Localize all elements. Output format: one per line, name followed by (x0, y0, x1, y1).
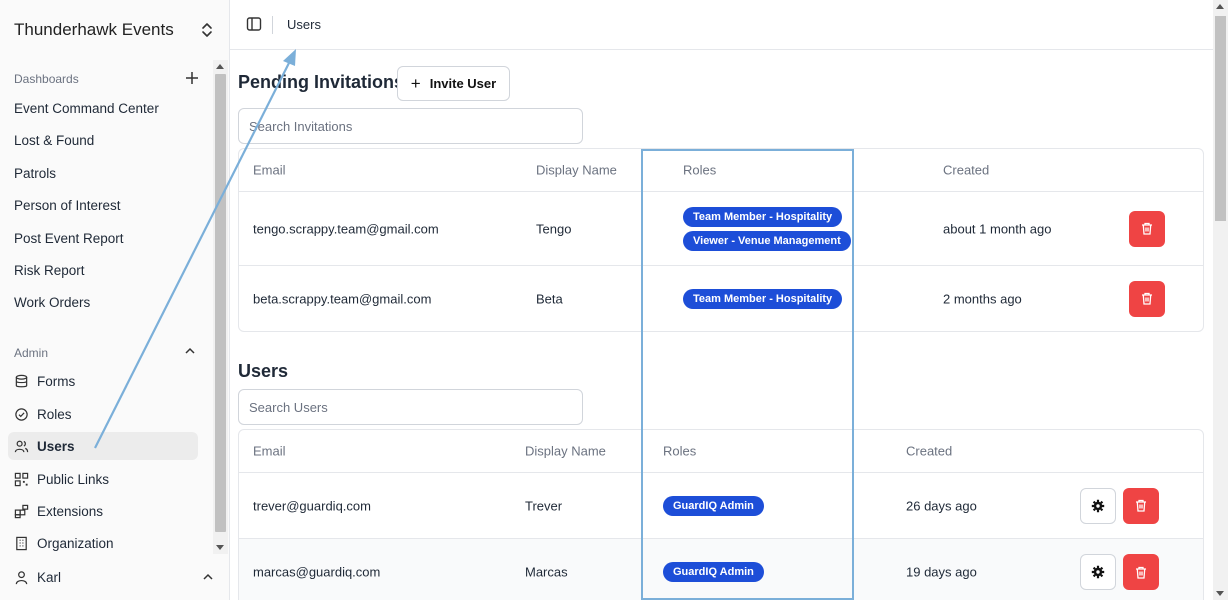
roles-column-highlight (641, 149, 854, 600)
sidebar-item-label: Person of Interest (14, 197, 121, 213)
check-circle-icon (15, 407, 28, 421)
scroll-thumb[interactable] (215, 74, 226, 532)
sidebar-item-label: Lost & Found (14, 132, 95, 148)
cell-display-name: Trever (525, 498, 563, 513)
qr-code-icon (14, 472, 29, 486)
cell-display-name: Tengo (536, 221, 572, 236)
column-header-email: Email (253, 162, 286, 178)
cell-created: 26 days ago (906, 498, 977, 513)
plus-icon[interactable] (184, 70, 200, 86)
scroll-up-arrow[interactable] (216, 64, 224, 69)
delete-invitation-button[interactable] (1129, 280, 1165, 317)
user-menu[interactable]: Karl (0, 562, 228, 592)
org-switcher[interactable]: Thunderhawk Events (0, 0, 228, 60)
cell-display-name: Beta (536, 291, 563, 306)
user-settings-button[interactable] (1080, 487, 1116, 524)
cell-email: marcas@guardiq.com (253, 564, 381, 580)
sidebar-item-label: Extensions (37, 503, 104, 519)
database-icon (15, 374, 28, 387)
users-title: Users (238, 361, 289, 381)
scroll-thumb[interactable] (1215, 16, 1226, 221)
sidebar-item-extensions[interactable]: Extensions (8, 497, 198, 525)
invitations-title: Pending Invitations (238, 72, 405, 92)
sidebar-item-risk-report[interactable]: Risk Report (14, 256, 204, 284)
sidebar-item-label: Work Orders (14, 294, 91, 310)
delete-user-button[interactable] (1123, 554, 1159, 590)
sidebar-nav: Dashboards Event Command Center Lost & F… (0, 60, 228, 554)
cell-created: about 1 month ago (943, 221, 1052, 236)
delete-user-button[interactable] (1123, 487, 1159, 524)
invite-user-label: Invite User (429, 76, 497, 91)
sidebar-item-post-event-report[interactable]: Post Event Report (14, 224, 204, 252)
sidebar-item-label: Organization (37, 535, 114, 551)
main-scrollbar[interactable] (1213, 0, 1228, 600)
user-name: Karl (37, 569, 62, 585)
breadcrumb: Users (287, 17, 321, 32)
sidebar-item-label: Risk Report (14, 262, 85, 278)
sidebar-item-lost-found[interactable]: Lost & Found (14, 126, 204, 154)
scroll-down-arrow[interactable] (1216, 591, 1224, 596)
cell-display-name: Marcas (525, 564, 568, 580)
sidebar-item-label: Forms (37, 373, 76, 389)
trash-icon (1142, 292, 1152, 305)
trash-icon (1136, 566, 1146, 579)
topbar-divider (272, 16, 273, 34)
users-icon (14, 440, 29, 452)
cell-email: beta.scrappy.team@gmail.com (253, 291, 432, 306)
sidebar-item-label: Users (37, 438, 75, 454)
cell-email: tengo.scrappy.team@gmail.com (253, 221, 439, 236)
user-settings-button[interactable] (1080, 554, 1116, 590)
sidebar-item-label: Event Command Center (14, 100, 159, 116)
sidebar-item-work-orders[interactable]: Work Orders (14, 288, 204, 316)
column-header-display-name: Display Name (536, 162, 617, 178)
trash-icon (1142, 222, 1152, 235)
sidebar-scrollbar[interactable] (213, 60, 228, 554)
column-header-display-name: Display Name (525, 443, 606, 459)
scroll-up-arrow[interactable] (1216, 4, 1224, 9)
search-invitations-input[interactable] (238, 108, 583, 144)
group-label-dashboards: Dashboards (14, 72, 79, 86)
trash-icon (1136, 499, 1146, 512)
sidebar-item-label: Patrols (14, 165, 57, 181)
blocks-icon (14, 504, 29, 518)
column-header-created: Created (906, 443, 953, 459)
sidebar-item-roles[interactable]: Roles (8, 400, 198, 428)
org-name: Thunderhawk Events (14, 20, 174, 39)
sidebar-item-forms[interactable]: Forms (8, 367, 198, 395)
cell-created: 19 days ago (906, 564, 977, 580)
sidebar-item-label: Post Event Report (14, 230, 124, 246)
invite-user-button[interactable]: + Invite User (397, 66, 510, 101)
sidebar-item-public-links[interactable]: Public Links (8, 465, 198, 493)
chevron-up-icon (203, 573, 213, 580)
topbar: Users (230, 0, 1213, 50)
scroll-down-arrow[interactable] (216, 545, 224, 550)
chevrons-up-down-icon (202, 23, 212, 37)
cell-created: 2 months ago (943, 291, 1022, 306)
sidebar-item-users[interactable]: Users (8, 432, 198, 460)
sidebar-item-patrols[interactable]: Patrols (14, 159, 204, 187)
delete-invitation-button[interactable] (1129, 210, 1165, 247)
sidebar-item-person-of-interest[interactable]: Person of Interest (14, 191, 204, 219)
column-header-email: Email (253, 443, 286, 459)
building-icon (16, 536, 27, 550)
cell-email: trever@guardiq.com (253, 498, 371, 513)
sidebar-item-label: Roles (37, 406, 72, 422)
gear-icon (1091, 565, 1105, 579)
user-icon (15, 570, 28, 584)
search-users-input[interactable] (238, 389, 583, 425)
sidebar-item-label: Public Links (37, 471, 110, 487)
chevron-up-icon[interactable] (183, 344, 197, 358)
sidebar-item-event-command-center[interactable]: Event Command Center (14, 94, 204, 122)
group-label-admin: Admin (14, 346, 49, 360)
column-header-created: Created (943, 162, 990, 178)
sidebar-toggle-icon[interactable] (246, 16, 262, 32)
plus-icon: + (410, 73, 421, 93)
gear-icon (1091, 499, 1105, 512)
sidebar-item-organization[interactable]: Organization (8, 529, 198, 554)
sidebar: Thunderhawk Events Dashboards Event Comm… (0, 0, 230, 600)
